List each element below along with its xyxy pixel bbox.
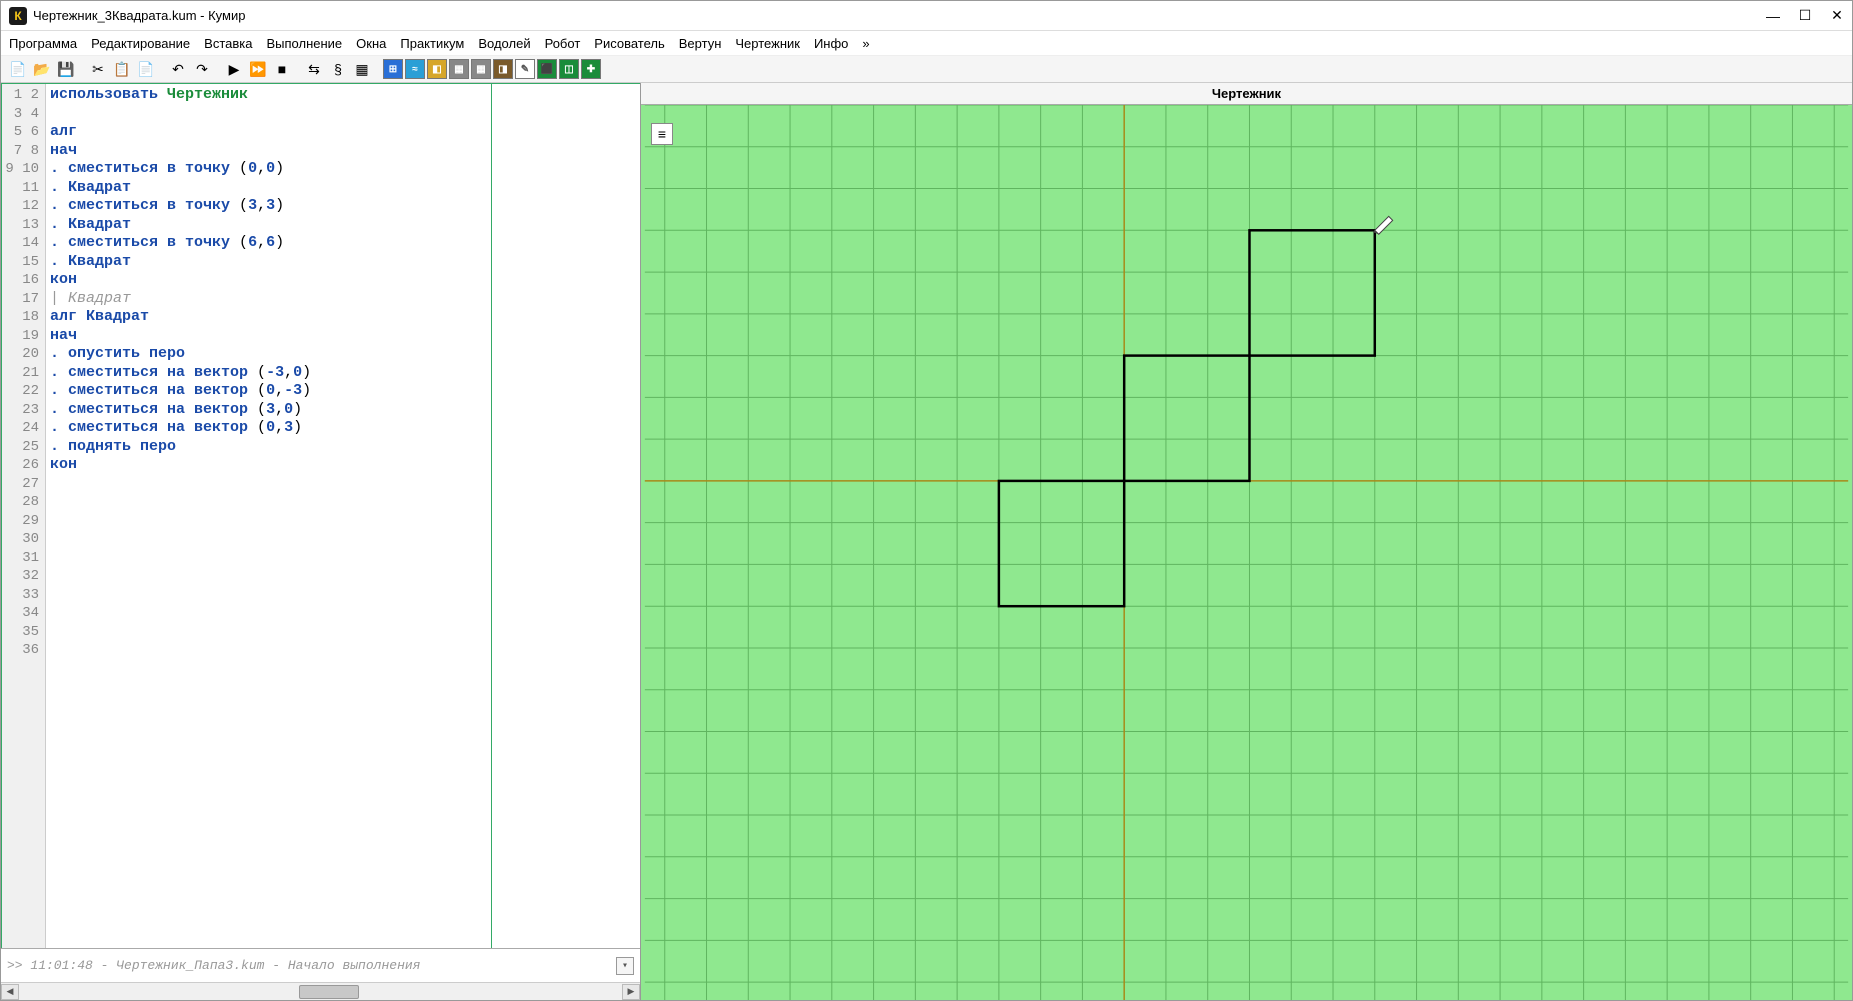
horizontal-scrollbar[interactable]: ◀ ▶	[1, 982, 640, 1000]
stop-icon[interactable]: ■	[271, 58, 293, 80]
editor-margin	[492, 84, 640, 948]
main-area: 1 2 3 4 5 6 7 8 9 10 11 12 13 14 15 16 1…	[1, 83, 1852, 1000]
tool-3-icon[interactable]: ▦	[351, 58, 373, 80]
maximize-button[interactable]: ☐	[1798, 9, 1812, 23]
undo-icon[interactable]: ↶	[167, 58, 189, 80]
scroll-right-icon[interactable]: ▶	[622, 984, 640, 1000]
redo-icon[interactable]: ↷	[191, 58, 213, 80]
console-dropdown-icon[interactable]: ▾	[616, 957, 634, 975]
canvas-svg	[641, 105, 1852, 1000]
canvas-menu-icon[interactable]: ≡	[651, 123, 673, 145]
menu-item-11[interactable]: Инфо	[814, 36, 848, 51]
step-icon[interactable]: ⏩	[247, 58, 269, 80]
canvas-title: Чертежник	[641, 83, 1852, 105]
menu-item-8[interactable]: Рисователь	[594, 36, 664, 51]
left-pane: 1 2 3 4 5 6 7 8 9 10 11 12 13 14 15 16 1…	[1, 83, 641, 1000]
scroll-left-icon[interactable]: ◀	[1, 984, 19, 1000]
save-file-icon[interactable]: 💾	[55, 58, 77, 80]
editor[interactable]: 1 2 3 4 5 6 7 8 9 10 11 12 13 14 15 16 1…	[1, 83, 640, 948]
new-file-icon[interactable]: 📄	[7, 58, 29, 80]
paste-icon[interactable]: 📄	[135, 58, 157, 80]
module-kuznec-icon[interactable]: ◨	[493, 59, 513, 79]
tool-1-icon[interactable]: ⇆	[303, 58, 325, 80]
module-robot-icon[interactable]: ⬛	[537, 59, 557, 79]
module-grid2-icon[interactable]: ▦	[471, 59, 491, 79]
close-button[interactable]: ✕	[1830, 9, 1844, 23]
drawing-canvas[interactable]: ≡	[641, 105, 1852, 1000]
module-vertun-icon[interactable]: ⊞	[383, 59, 403, 79]
tool-2-icon[interactable]: §	[327, 58, 349, 80]
menu-item-0[interactable]: Программа	[9, 36, 77, 51]
menu-item-6[interactable]: Водолей	[478, 36, 530, 51]
menu-item-7[interactable]: Робот	[545, 36, 581, 51]
app-window: К Чертежник_3Квадрата.kum - Кумир — ☐ ✕ …	[0, 0, 1853, 1001]
module-grid-icon[interactable]: ▦	[449, 59, 469, 79]
window-title: Чертежник_3Квадрата.kum - Кумир	[33, 8, 1766, 23]
toolbar: 📄📂💾✂📋📄↶↷▶⏩■⇆§▦⊞≈◧▦▦◨✎⬛◫✚	[1, 55, 1852, 83]
console: >> 11:01:48 - Чертежник_Папа3.kum - Нача…	[1, 948, 640, 982]
module-plus-icon[interactable]: ✚	[581, 59, 601, 79]
scroll-track[interactable]	[19, 984, 622, 1000]
menu-item-4[interactable]: Окна	[356, 36, 386, 51]
minimize-button[interactable]: —	[1766, 9, 1780, 23]
module-chert-icon[interactable]: ◫	[559, 59, 579, 79]
menu-item-9[interactable]: Вертун	[679, 36, 722, 51]
open-file-icon[interactable]: 📂	[31, 58, 53, 80]
right-pane: Чертежник ≡	[641, 83, 1852, 1000]
cut-icon[interactable]: ✂	[87, 58, 109, 80]
module-vodoley-icon[interactable]: ≈	[405, 59, 425, 79]
menu-item-5[interactable]: Практикум	[400, 36, 464, 51]
code-area[interactable]: использовать Чертежник алгнач. сместитьс…	[46, 84, 492, 948]
titlebar: К Чертежник_3Квадрата.kum - Кумир — ☐ ✕	[1, 1, 1852, 31]
menu-item-1[interactable]: Редактирование	[91, 36, 190, 51]
menu-item-2[interactable]: Вставка	[204, 36, 252, 51]
menubar: Программа Редактирование Вставка Выполнение…	[1, 31, 1852, 55]
console-text: >> 11:01:48 - Чертежник_Папа3.kum - Нача…	[7, 958, 420, 973]
menu-item-12[interactable]: »	[862, 36, 869, 51]
module-isp-icon[interactable]: ◧	[427, 59, 447, 79]
run-icon[interactable]: ▶	[223, 58, 245, 80]
line-gutter: 1 2 3 4 5 6 7 8 9 10 11 12 13 14 15 16 1…	[2, 84, 46, 948]
copy-icon[interactable]: 📋	[111, 58, 133, 80]
window-controls: — ☐ ✕	[1766, 9, 1844, 23]
menu-item-10[interactable]: Чертежник	[735, 36, 800, 51]
scroll-thumb[interactable]	[299, 985, 359, 999]
module-paint-icon[interactable]: ✎	[515, 59, 535, 79]
menu-item-3[interactable]: Выполнение	[266, 36, 342, 51]
app-icon: К	[9, 7, 27, 25]
